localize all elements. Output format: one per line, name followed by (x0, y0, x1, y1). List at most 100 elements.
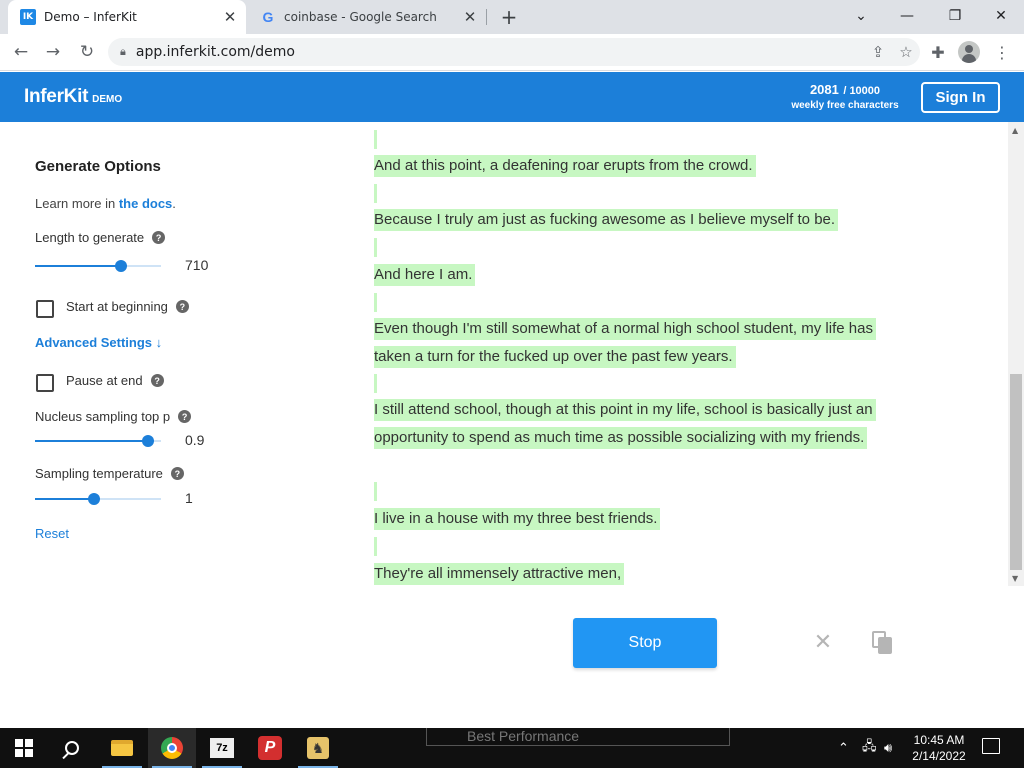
paragraph-gap (374, 482, 377, 501)
nucleus-value: 0.9 (185, 432, 205, 448)
notifications-icon[interactable] (982, 738, 1000, 754)
bookmark-star-icon[interactable]: ☆ (892, 43, 920, 61)
temperature-slider[interactable] (35, 492, 161, 506)
background-window-strip: Best Performance (426, 728, 730, 746)
reset-link[interactable]: Reset (35, 526, 69, 541)
extensions-puzzle-icon[interactable]: ✚ (926, 40, 950, 64)
tab-close-icon[interactable]: ✕ (460, 7, 480, 27)
nucleus-slider[interactable] (35, 434, 161, 448)
generated-text: I still attend school, though at this po… (374, 399, 876, 449)
windows-logo-icon (15, 739, 33, 757)
pause-at-end-checkbox[interactable] (36, 374, 54, 392)
sign-in-button[interactable]: Sign In (921, 82, 1000, 113)
browser-tab-inferkit[interactable]: IK Demo – InferKit ✕ (8, 0, 246, 34)
minimize-icon[interactable]: — (884, 0, 930, 32)
start-button[interactable] (0, 728, 48, 768)
temperature-help-icon[interactable]: ? (170, 467, 184, 480)
paragraph-gap (374, 293, 377, 312)
back-icon[interactable]: ← (8, 39, 34, 65)
tab-close-icon[interactable]: ✕ (220, 7, 240, 27)
window-close-icon[interactable]: ✕ (978, 0, 1024, 32)
windows-taskbar: Best Performance 7z P ♞ ⌃ 🖧︎ 🔊︎ 10:45 AM… (0, 728, 1024, 768)
tab-title: Demo – InferKit (44, 10, 137, 24)
generated-paragraph: Even though I'm still somewhat of a norm… (374, 315, 894, 370)
taskbar-search-button[interactable] (48, 728, 96, 768)
nucleus-help-icon[interactable]: ? (178, 410, 192, 423)
generated-text: And at this point, a deafening roar erup… (374, 155, 756, 177)
slider-thumb[interactable] (88, 493, 101, 505)
quota-used: 2081 (809, 82, 839, 97)
quota-total: / 10000 (843, 85, 881, 97)
new-tab-icon[interactable]: + (498, 5, 520, 29)
restore-icon[interactable]: ❐ (932, 0, 978, 32)
url-text: app.inferkit.com/demo (135, 44, 295, 60)
clear-close-icon[interactable]: ✕ (812, 630, 834, 655)
nucleus-label-row: Nucleus sampling top p ? (35, 409, 192, 424)
profile-avatar-icon[interactable] (958, 41, 980, 63)
docs-link[interactable]: the docs (119, 196, 172, 211)
volume-icon[interactable]: 🔊︎ (884, 728, 892, 768)
network-icon[interactable]: 🖧︎ (862, 728, 877, 768)
p-app-icon: P (258, 736, 282, 760)
tab-separator (486, 9, 487, 25)
menu-kebab-icon[interactable]: ⋮ (990, 40, 1014, 64)
logo-text: InferKit (24, 86, 89, 107)
browser-tab-google[interactable]: G coinbase - Google Search ✕ (250, 0, 486, 34)
logo-demo-tag: DEMO (92, 94, 123, 105)
taskbar-file-explorer[interactable] (98, 728, 146, 768)
generated-paragraph: They're all immensely attractive men, (374, 560, 894, 586)
reload-icon[interactable]: ↻ (74, 39, 100, 65)
length-label-row: Length to generate ? (35, 230, 166, 245)
length-help-icon[interactable]: ? (152, 231, 166, 244)
taskbar-figure-app[interactable]: ♞ (294, 728, 342, 768)
slider-fill (35, 440, 149, 442)
slider-thumb[interactable] (142, 435, 155, 447)
start-at-beginning-checkbox[interactable] (36, 300, 54, 318)
tray-overflow-chevron-icon[interactable]: ⌃ (838, 728, 849, 768)
share-icon[interactable]: ⇪ (864, 43, 892, 61)
generated-text-editor[interactable]: And at this point, a deafening roar erup… (330, 122, 1008, 586)
generated-text: I live in a house with my three best fri… (374, 508, 661, 530)
paragraph-gap (374, 130, 377, 149)
pause-help-icon[interactable]: ? (150, 374, 164, 387)
docs-line: Learn more in the docs. (35, 196, 176, 211)
search-icon (65, 741, 79, 755)
generated-paragraph: And here I am. (374, 261, 894, 289)
forward-icon[interactable]: → (40, 39, 66, 65)
generated-paragraph: I live in a house with my three best fri… (374, 505, 894, 533)
scroll-up-arrow-icon[interactable]: ▲ (1012, 126, 1018, 135)
length-value: 710 (185, 257, 209, 273)
inferkit-logo[interactable]: InferKit DEMO (24, 86, 122, 108)
address-bar[interactable]: 🔒︎ app.inferkit.com/demo ⇪ ☆ (108, 38, 920, 66)
docs-suffix: . (172, 196, 176, 211)
copy-icon[interactable] (872, 631, 894, 655)
temperature-label-row: Sampling temperature ? (35, 466, 184, 481)
scrollbar-thumb[interactable] (1010, 374, 1022, 570)
taskbar-7zip[interactable]: 7z (198, 728, 246, 768)
tab-search-chevron-icon[interactable]: ⌄ (838, 0, 884, 32)
stop-button[interactable]: Stop (573, 618, 717, 668)
slider-fill (35, 265, 121, 267)
system-clock[interactable]: 10:45 AM 2/14/2022 (904, 732, 974, 764)
taskbar-p-app[interactable]: P (246, 728, 294, 768)
taskbar-chrome[interactable] (148, 728, 196, 768)
tab-title: coinbase - Google Search (284, 10, 437, 24)
slider-thumb[interactable] (114, 260, 127, 272)
docs-prefix: Learn more in (35, 196, 119, 211)
length-label: Length to generate (35, 230, 145, 245)
generated-paragraph: I still attend school, though at this po… (374, 396, 894, 451)
generated-text: Even though I'm still somewhat of a norm… (374, 318, 876, 368)
temperature-label: Sampling temperature (35, 466, 163, 481)
chrome-icon (161, 737, 183, 759)
generate-options-panel: Generate Options Learn more in the docs.… (0, 122, 330, 726)
advanced-settings-toggle[interactable]: Advanced Settings ↓ (35, 335, 162, 350)
clock-time: 10:45 AM (913, 733, 965, 747)
length-slider[interactable] (35, 259, 161, 273)
paragraph-gap (374, 238, 377, 257)
start-help-icon[interactable]: ? (175, 300, 189, 313)
browser-toolbar: ← → ↻ 🔒︎ app.inferkit.com/demo ⇪ ☆ ✚ ⋮ (0, 34, 1024, 71)
scroll-down-arrow-icon[interactable]: ▼ (1012, 574, 1018, 583)
quota-caption: weekly free characters (791, 100, 899, 111)
generated-text: And here I am. (374, 264, 476, 286)
folder-icon (111, 740, 133, 756)
